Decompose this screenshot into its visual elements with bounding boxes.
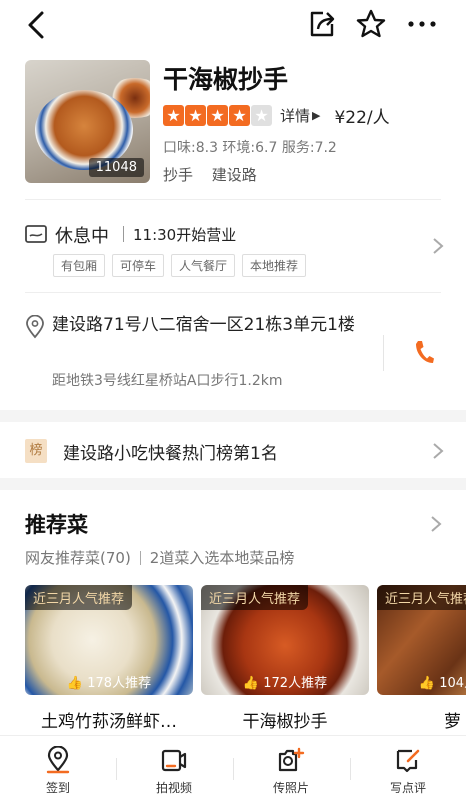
- recommended-dishes-title: 推荐菜: [25, 513, 88, 537]
- shop-photo[interactable]: 11048: [25, 60, 150, 183]
- camera-icon: [278, 747, 305, 772]
- dish-likes: 👍 172人推荐: [201, 672, 369, 691]
- star-outline-icon[interactable]: [355, 8, 387, 40]
- separator: [233, 758, 234, 780]
- category-tag[interactable]: 建设路: [212, 166, 257, 184]
- likes-count: 104人推荐: [439, 676, 466, 691]
- dish-name: 干海椒抄手: [242, 712, 328, 732]
- likes-count: 178人推荐: [87, 676, 152, 691]
- more-icon[interactable]: [405, 12, 439, 36]
- ranking-row[interactable]: 榜 建设路小吃快餐热门榜第1名: [25, 437, 445, 467]
- popularity-label: 近三月人气推荐: [201, 585, 309, 610]
- recommended-subtitle: 网友推荐菜(70) 2道菜入选本地菜品榜: [25, 547, 294, 568]
- shoot-video-button[interactable]: 拍视频: [124, 746, 224, 796]
- category-tag[interactable]: 抄手: [163, 166, 193, 184]
- popularity-label: 近三月人气推荐: [25, 585, 133, 610]
- facility-tags: 有包厢 可停车 人气餐厅 本地推荐: [53, 254, 307, 277]
- chevron-right-icon: [433, 238, 444, 254]
- phone-icon[interactable]: [413, 339, 435, 365]
- divider: [25, 292, 441, 293]
- thumbs-up-icon: 👍: [66, 676, 84, 691]
- shop-categories: 抄手 建设路: [163, 164, 257, 185]
- opening-time: 11:30开始营业: [133, 226, 237, 244]
- facility-tag: 有包厢: [53, 254, 106, 277]
- details-label: 详情: [280, 106, 311, 125]
- sub-scores: 口味:8.3 环境:6.7 服务:7.2: [163, 140, 337, 156]
- distance-info: 距地铁3号线红星桥站A口步行1.2km: [52, 373, 283, 389]
- popularity-label: 近三月人气推荐: [377, 585, 466, 610]
- star-filled-icon: [185, 104, 206, 126]
- address-text: 建设路71号八二宿舍一区21栋3单元1楼: [52, 315, 355, 335]
- open-status: 休息中: [55, 226, 109, 247]
- shop-name: 干海椒抄手: [163, 65, 289, 94]
- local-list-info: 2道菜入选本地菜品榜: [149, 549, 295, 567]
- video-icon: [161, 749, 187, 772]
- dish-name: 萝卜: [444, 712, 466, 732]
- bottom-action-bar: 签到 拍视频 传照片 写点评: [0, 735, 466, 800]
- shop-header: 11048 干海椒抄手 详情 ▶ ¥22/人 口味:8.3 环境:6.7 服务:…: [25, 60, 445, 190]
- dish-photo: 近三月人气推荐 👍 178人推荐: [25, 585, 193, 695]
- thumbs-up-icon: 👍: [242, 676, 260, 691]
- ranking-badge: 榜: [25, 439, 47, 463]
- dish-card[interactable]: 近三月人气推荐 👍 104人推荐 萝卜: [377, 585, 466, 732]
- photo-count: 11048: [88, 158, 144, 177]
- thumbs-up-icon: 👍: [418, 676, 436, 691]
- facility-tag: 本地推荐: [242, 254, 307, 277]
- ranking-title: 建设路小吃快餐热门榜第1名: [63, 444, 278, 464]
- edit-review-icon: [396, 749, 420, 773]
- star-filled-icon: [163, 104, 184, 126]
- section-gap: [0, 478, 466, 490]
- video-label: 拍视频: [155, 781, 192, 795]
- facility-tag: 人气餐厅: [171, 254, 236, 277]
- star-filled-icon: [229, 104, 250, 126]
- write-review-button[interactable]: 写点评: [358, 746, 458, 796]
- dish-card[interactable]: 近三月人气推荐 👍 178人推荐 土鸡竹荪汤鲜虾…: [25, 585, 193, 732]
- dish-likes: 👍 104人推荐: [377, 672, 466, 691]
- facility-tag: 可停车: [112, 254, 165, 277]
- dish-name: 土鸡竹荪汤鲜虾…: [41, 712, 177, 732]
- business-hours-row[interactable]: 休息中 11:30开始营业 有包厢 可停车 人气餐厅 本地推荐: [25, 220, 445, 280]
- chevron-right-icon[interactable]: [429, 514, 443, 534]
- triangle-right-icon: ▶: [312, 108, 321, 122]
- separator: [116, 758, 117, 780]
- calendar-icon: [25, 225, 47, 243]
- chevron-right-icon: [433, 443, 444, 459]
- price-per-person: ¥22/人: [334, 107, 390, 128]
- separator: [123, 226, 124, 242]
- dish-card[interactable]: 近三月人气推荐 👍 172人推荐 干海椒抄手: [201, 585, 369, 732]
- star-empty-icon: [251, 104, 272, 126]
- share-icon[interactable]: [307, 9, 337, 39]
- checkin-button[interactable]: 签到: [8, 746, 108, 796]
- section-gap: [0, 410, 466, 422]
- dish-photo: 近三月人气推荐 👍 172人推荐: [201, 585, 369, 695]
- photo-label: 传照片: [272, 781, 309, 795]
- dish-likes: 👍 178人推荐: [25, 672, 193, 691]
- details-link[interactable]: 详情 ▶: [280, 105, 320, 126]
- review-label: 写点评: [389, 781, 426, 795]
- upload-photo-button[interactable]: 传照片: [241, 746, 341, 796]
- likes-count: 172人推荐: [263, 676, 328, 691]
- checkin-label: 签到: [45, 781, 70, 795]
- star-rating: [163, 104, 272, 126]
- separator: [383, 335, 384, 371]
- dish-photo: 近三月人气推荐 👍 104人推荐: [377, 585, 466, 695]
- top-nav-bar: [0, 0, 466, 50]
- location-pin-icon: [46, 746, 70, 774]
- separator: [350, 758, 351, 780]
- star-filled-icon: [207, 104, 228, 126]
- dish-carousel[interactable]: 近三月人气推荐 👍 178人推荐 土鸡竹荪汤鲜虾… 近三月人气推荐 👍 172人…: [25, 585, 466, 735]
- back-arrow-icon[interactable]: [22, 10, 50, 40]
- rating-row: 详情 ▶ ¥22/人: [163, 104, 390, 128]
- location-pin-icon: [26, 315, 44, 339]
- user-recommend-count: 网友推荐菜(70): [25, 549, 131, 567]
- divider: [25, 199, 441, 200]
- separator: [139, 550, 141, 565]
- address-row[interactable]: 建设路71号八二宿舍一区21栋3单元1楼 距地铁3号线红星桥站A口步行1.2km: [25, 313, 445, 393]
